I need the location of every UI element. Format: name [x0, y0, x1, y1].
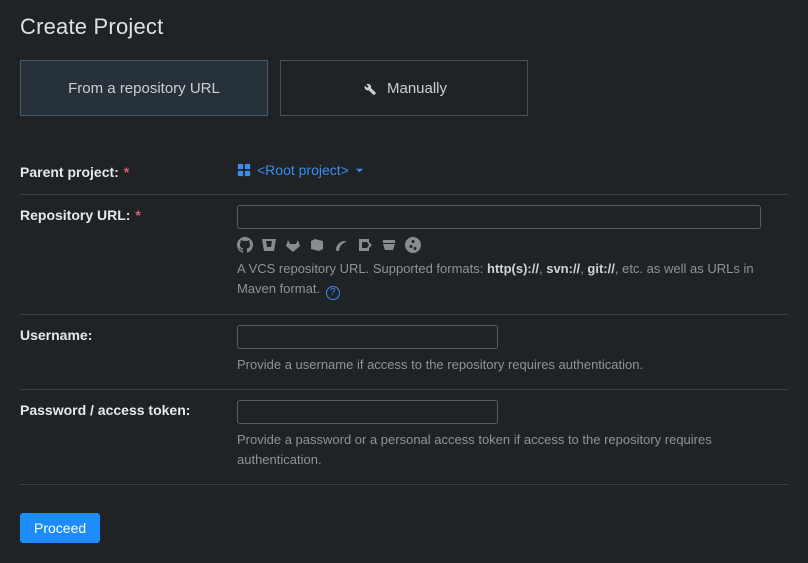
username-input[interactable] [237, 325, 498, 349]
repository-url-hint: A VCS repository URL. Supported formats:… [237, 259, 788, 300]
username-row: Username: Provide a username if access t… [20, 315, 788, 390]
repository-url-label: Repository URL: * [20, 205, 237, 300]
username-hint: Provide a username if access to the repo… [237, 355, 788, 375]
github-icon [237, 237, 253, 253]
azure-devops-icon [309, 237, 325, 253]
form-actions: Proceed [20, 513, 788, 543]
repository-url-row: Repository URL: * A VCS repository URL. … [20, 195, 788, 315]
password-label: Password / access token: [20, 400, 237, 470]
tab-manually[interactable]: Manually [280, 60, 528, 116]
tab-manually-label: Manually [387, 80, 447, 97]
parent-project-label: Parent project: * [20, 162, 237, 180]
perforce-icon [357, 237, 373, 253]
parent-project-row: Parent project: * <Root project> [20, 158, 788, 195]
gitlab-icon [285, 237, 301, 253]
info-icon[interactable]: ? [326, 286, 340, 300]
parent-project-selector[interactable]: <Root project> [237, 162, 364, 178]
vcs-icon-list [237, 237, 788, 253]
create-mode-tabs: From a repository URL Manually [20, 60, 788, 116]
repository-url-input[interactable] [237, 205, 761, 229]
password-input[interactable] [237, 400, 498, 424]
parent-project-value: <Root project> [257, 162, 349, 178]
tab-from-repository-url[interactable]: From a repository URL [20, 60, 268, 116]
wrench-icon [361, 80, 377, 96]
required-marker: * [131, 207, 140, 223]
proceed-button[interactable]: Proceed [20, 513, 100, 543]
password-row: Password / access token: Provide a passw… [20, 390, 788, 485]
required-marker: * [120, 164, 129, 180]
page-title: Create Project [20, 14, 788, 40]
username-label: Username: [20, 325, 237, 375]
bitbucket-icon [261, 237, 277, 253]
grid-icon [237, 163, 251, 177]
chevron-down-icon [355, 166, 364, 175]
space-icon [333, 237, 349, 253]
tfs-icon [381, 237, 397, 253]
password-hint: Provide a password or a personal access … [237, 430, 788, 470]
tab-from-repository-url-label: From a repository URL [68, 80, 220, 97]
git-icon [405, 237, 421, 253]
